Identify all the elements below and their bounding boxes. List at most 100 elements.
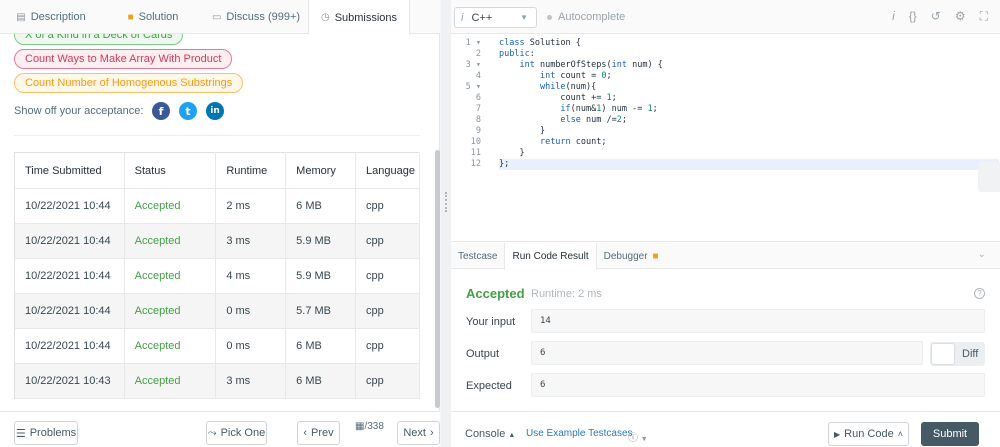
- code-line[interactable]: }: [499, 126, 999, 137]
- chevron-right-icon: ›: [429, 427, 434, 439]
- tab-label: Description: [30, 11, 86, 23]
- scrollbar[interactable]: [435, 150, 440, 408]
- prev-button[interactable]: ‹ Prev: [297, 421, 340, 445]
- tab-discuss[interactable]: ▭ Discuss (999+): [204, 0, 308, 34]
- language-select[interactable]: i C++ ▼: [454, 7, 537, 28]
- status-cell[interactable]: Accepted: [124, 328, 217, 364]
- help-icon[interactable]: ?: [974, 288, 985, 299]
- shuffle-icon: ⤳: [207, 426, 217, 439]
- discuss-icon: ▭: [211, 11, 222, 23]
- code-line[interactable]: };: [499, 159, 999, 170]
- facebook-icon[interactable]: f: [152, 102, 170, 120]
- table-header-row: Time Submitted Status Runtime Memory Lan…: [14, 152, 420, 189]
- table-row[interactable]: 10/22/2021 10:44 Accepted 0 ms 5.7 MB cpp: [14, 293, 420, 329]
- pane-splitter[interactable]: [441, 0, 451, 447]
- similar-question-tag[interactable]: Count Number of Homogenous Substrings: [14, 73, 244, 93]
- similar-question-tag[interactable]: X of a Kind in a Deck of Cards: [14, 34, 184, 45]
- code-line[interactable]: while(num){: [499, 82, 999, 93]
- status-cell[interactable]: Accepted: [124, 223, 217, 259]
- memory-cell: 5.9 MB: [285, 258, 356, 294]
- tab-run-code-result[interactable]: Run Code Result: [504, 243, 597, 270]
- pick-one-button[interactable]: ⤳ Pick One: [206, 421, 267, 445]
- caret-up-icon: ▲: [508, 432, 516, 439]
- line-number: 11: [470, 148, 481, 158]
- diff-label: Diff: [962, 348, 979, 360]
- use-example-testcases-link[interactable]: Use Example Testcases: [526, 428, 633, 439]
- result-status: Accepted: [466, 286, 525, 301]
- reset-icon[interactable]: ↺: [931, 9, 941, 24]
- settings-icon[interactable]: ⚙: [955, 9, 966, 24]
- time-submitted-cell: 10/22/2021 10:44: [14, 328, 125, 364]
- result-tabs: Testcase Run Code Result Debugger ■ ⌄: [451, 243, 1000, 270]
- table-row[interactable]: 10/22/2021 10:44 Accepted 3 ms 5.9 MB cpp: [14, 223, 420, 259]
- status-cell[interactable]: Accepted: [124, 363, 217, 399]
- caret-down-icon: ▼: [520, 13, 528, 22]
- code-line[interactable]: return count;: [499, 137, 999, 148]
- autocomplete-label: Autocomplete: [558, 11, 626, 23]
- editor-pane: i C++ ▼ Autocomplete i {} ↺ ⚙ ⛶ 1 ▾ 2 3 ▾…: [451, 0, 1000, 447]
- tab-submissions[interactable]: ◷ Submissions: [308, 0, 410, 35]
- table-row[interactable]: 10/22/2021 10:44 Accepted 2 ms 6 MB cpp: [14, 188, 420, 224]
- table-row[interactable]: 10/22/2021 10:44 Accepted 4 ms 5.9 MB cpp: [14, 258, 420, 294]
- line-number: 6: [475, 93, 481, 103]
- info-icon: i: [461, 11, 464, 24]
- console-button[interactable]: Console ▲: [465, 428, 515, 440]
- chevron-down-icon[interactable]: ⌄: [978, 249, 986, 260]
- share-label: Show off your acceptance:: [14, 105, 144, 117]
- column-header: Runtime: [215, 152, 287, 189]
- tab-solution[interactable]: ■ Solution: [102, 0, 204, 34]
- memory-cell: 6 MB: [285, 188, 356, 224]
- status-cell[interactable]: Accepted: [124, 293, 217, 329]
- output-value: 6: [531, 341, 923, 365]
- caret-down-icon: ▼: [640, 436, 648, 443]
- diff-toggle[interactable]: Diff: [930, 342, 985, 366]
- code-line[interactable]: else num /=2;: [499, 115, 999, 126]
- autocomplete-toggle[interactable]: Autocomplete: [547, 11, 625, 23]
- linkedin-icon[interactable]: in: [206, 102, 224, 120]
- next-button[interactable]: Next ›: [397, 421, 440, 445]
- code-editor[interactable]: 1 ▾ 2 3 ▾ 4 5 ▾ 6 7 8 9 10 11 12 class Solu…: [451, 34, 1000, 242]
- status-cell[interactable]: Accepted: [124, 258, 217, 294]
- tab-testcase[interactable]: Testcase: [451, 243, 504, 269]
- column-header: Status: [124, 152, 217, 189]
- code-line[interactable]: public:: [499, 49, 999, 60]
- editor-toolbar: i C++ ▼ Autocomplete i {} ↺ ⚙ ⛶: [451, 0, 1000, 34]
- code-area[interactable]: class Solution {public: int numberOfStep…: [499, 38, 999, 170]
- submit-button[interactable]: Submit: [921, 422, 979, 446]
- time-submitted-cell: 10/22/2021 10:44: [14, 293, 125, 329]
- similar-question-tag[interactable]: Count Ways to Make Array With Product: [14, 49, 233, 69]
- code-line[interactable]: int numberOfSteps(int num) {: [499, 60, 999, 71]
- help-dropdown[interactable]: ⓘ ▼: [628, 429, 648, 444]
- problems-button[interactable]: ☰ Problems: [14, 421, 78, 445]
- table-row[interactable]: 10/22/2021 10:44 Accepted 0 ms 6 MB cpp: [14, 328, 420, 364]
- tab-label: Debugger: [603, 250, 648, 262]
- tab-debugger[interactable]: Debugger ■: [597, 243, 666, 269]
- history-icon: ◷: [320, 12, 330, 23]
- code-line[interactable]: int count = 0;: [499, 71, 999, 82]
- info-icon[interactable]: i: [892, 9, 895, 24]
- tab-description[interactable]: ▤ Description: [0, 0, 102, 34]
- divider: [14, 135, 420, 136]
- problem-count: ▦/338: [355, 421, 384, 432]
- code-line[interactable]: count += 1;: [499, 93, 999, 104]
- line-number: 7: [475, 104, 481, 114]
- table-row[interactable]: 10/22/2021 10:43 Accepted 3 ms 6 MB cpp: [14, 363, 420, 399]
- code-line[interactable]: class Solution {: [499, 38, 999, 49]
- time-submitted-cell: 10/22/2021 10:44: [14, 258, 125, 294]
- expected-label: Expected: [466, 380, 512, 392]
- line-number: 12: [470, 159, 481, 169]
- run-code-button[interactable]: ▶ Run Code ˄: [828, 422, 909, 446]
- list-icon: ☰: [15, 427, 26, 440]
- twitter-icon[interactable]: t: [179, 102, 197, 120]
- braces-icon[interactable]: {}: [909, 9, 917, 24]
- language-cell: cpp: [355, 293, 420, 329]
- fullscreen-icon[interactable]: ⛶: [980, 9, 988, 24]
- code-line[interactable]: }: [499, 148, 999, 159]
- side-panel-handle[interactable]: [978, 162, 1000, 192]
- code-line[interactable]: if(num&1) num -= 1;: [499, 104, 999, 115]
- line-number: 3 ▾: [465, 60, 481, 70]
- time-submitted-cell: 10/22/2021 10:44: [14, 223, 125, 259]
- column-header: Time Submitted: [14, 152, 125, 189]
- language-cell: cpp: [355, 188, 420, 224]
- status-cell[interactable]: Accepted: [124, 188, 217, 224]
